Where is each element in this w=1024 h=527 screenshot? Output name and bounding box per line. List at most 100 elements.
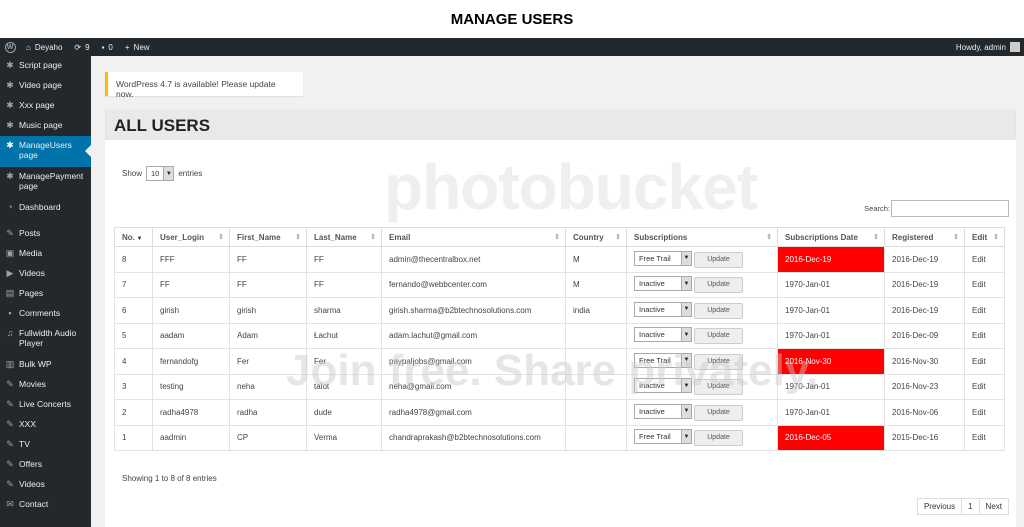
sort-icon: ⇕ bbox=[993, 234, 999, 241]
column-header-last-name[interactable]: Last_Name ⇕ bbox=[306, 227, 382, 247]
sidebar-item-videos[interactable]: ▶ Videos bbox=[0, 264, 91, 284]
cell-subscriptions-date: 1970-Jan-01 bbox=[777, 271, 885, 298]
pin-icon: ✎ bbox=[6, 399, 14, 409]
sidebar-item-managepayment-page[interactable]: ✱ ManagePayment page bbox=[0, 167, 91, 198]
column-header-email[interactable]: Email ⇕ bbox=[381, 227, 566, 247]
table-row: 4 fernandofg Fer Fer paypaljobs@gmail.com Fre… bbox=[114, 348, 1005, 375]
column-header-subscriptions[interactable]: Subscriptions ⇕ bbox=[626, 227, 778, 247]
wordpress-logo-icon[interactable]: W bbox=[0, 38, 20, 56]
subscription-select[interactable]: Free Trail ▼ bbox=[634, 429, 692, 445]
subscription-select[interactable]: Inactive ▼ bbox=[634, 403, 692, 419]
cell-last-name: talot bbox=[306, 373, 382, 400]
subscription-select[interactable]: Inactive ▼ bbox=[634, 301, 692, 317]
edit-link[interactable]: Edit bbox=[964, 297, 1005, 324]
sidebar-item-tv[interactable]: ✎ TV bbox=[0, 435, 91, 455]
column-header-registered[interactable]: Registered ⇕ bbox=[884, 227, 965, 247]
cell-last-name: FF bbox=[306, 246, 382, 273]
cell-user-login: aadam bbox=[152, 322, 230, 349]
subscription-select[interactable]: Free Trail ▼ bbox=[634, 352, 692, 368]
sidebar-item-offers[interactable]: ✎ Offers bbox=[0, 455, 91, 475]
column-header-first-name[interactable]: First_Name ⇕ bbox=[229, 227, 307, 247]
cell-user-login: FF bbox=[152, 271, 230, 298]
pin-icon: ✎ bbox=[6, 419, 14, 429]
sidebar-item-fullwidth-audio-player[interactable]: ♫ Fullwidth Audio Player bbox=[0, 324, 91, 355]
update-button[interactable]: Update bbox=[694, 404, 743, 421]
edit-link[interactable]: Edit bbox=[964, 348, 1005, 375]
sidebar-item-posts[interactable]: ✎ Posts bbox=[0, 224, 91, 244]
sidebar-item-dashboard[interactable]: ◔ Dashboard bbox=[0, 198, 91, 218]
page-1-button[interactable]: 1 bbox=[961, 498, 980, 515]
next-page-button[interactable]: Next bbox=[978, 498, 1009, 515]
site-name-link[interactable]: ⌂ Deyaho bbox=[20, 38, 68, 56]
cell-email: adam.lachut@gmail.com bbox=[381, 322, 566, 349]
update-button[interactable]: Update bbox=[694, 379, 743, 396]
comments-link[interactable]: ▪ 0 bbox=[96, 38, 119, 56]
column-header-country[interactable]: Country ⇕ bbox=[565, 227, 627, 247]
sidebar-item-videos-2[interactable]: ✎ Videos bbox=[0, 475, 91, 495]
cell-no: 4 bbox=[114, 348, 153, 375]
update-button[interactable]: Update bbox=[694, 277, 743, 294]
subscription-select[interactable]: Free Trail ▼ bbox=[634, 250, 692, 266]
cell-user-login: radha4978 bbox=[152, 399, 230, 426]
sidebar-item-xxx-page[interactable]: ✱ Xxx page bbox=[0, 96, 91, 116]
my-account-link[interactable]: Howdy, admin bbox=[956, 42, 1024, 52]
update-button[interactable]: Update bbox=[694, 251, 743, 268]
sidebar-item-script-page[interactable]: ✱ Script page bbox=[0, 56, 91, 76]
entries-length-control: Show 10 ▼ entries bbox=[122, 166, 202, 181]
chevron-down-icon: ▼ bbox=[163, 167, 174, 180]
previous-page-button[interactable]: Previous bbox=[916, 498, 963, 515]
sidebar-item-movies[interactable]: ✎ Movies bbox=[0, 375, 91, 395]
column-header-no[interactable]: No. ▼ bbox=[114, 227, 153, 247]
edit-link[interactable]: Edit bbox=[964, 373, 1005, 400]
update-notice[interactable]: WordPress 4.7 is available! Please updat… bbox=[105, 72, 303, 99]
pin-icon: ✎ bbox=[6, 479, 14, 489]
sidebar-item-live-concerts[interactable]: ✎ Live Concerts bbox=[0, 395, 91, 415]
edit-link[interactable]: Edit bbox=[964, 424, 1005, 451]
update-button[interactable]: Update bbox=[694, 328, 743, 345]
dashboard-icon: ◔ bbox=[7, 202, 13, 212]
column-header-edit[interactable]: Edit ⇕ bbox=[964, 227, 1005, 247]
cell-user-login: aadmin bbox=[152, 424, 230, 451]
sidebar-item-video-page[interactable]: ✱ Video page bbox=[0, 76, 91, 96]
chevron-down-icon: ▼ bbox=[681, 430, 691, 444]
pin-icon: ✎ bbox=[6, 459, 14, 469]
edit-link[interactable]: Edit bbox=[964, 399, 1005, 426]
sort-icon: ⇕ bbox=[370, 234, 376, 241]
subscription-select[interactable]: Inactive ▼ bbox=[634, 276, 692, 292]
edit-link[interactable]: Edit bbox=[964, 246, 1005, 273]
column-header-user-login[interactable]: User_Login ⇕ bbox=[152, 227, 230, 247]
sidebar-item-contact[interactable]: ✉ Contact bbox=[0, 495, 91, 515]
cell-subscriptions: Free Trail ▼ Update bbox=[626, 246, 778, 273]
column-header-subscriptions-date[interactable]: Subscriptions Date ⇕ bbox=[777, 227, 885, 247]
cell-first-name: CP bbox=[229, 424, 307, 451]
entries-select[interactable]: 10 ▼ bbox=[146, 166, 175, 181]
cell-email: chandraprakash@b2btechnosolutions.com bbox=[381, 424, 566, 451]
search-control: Search: bbox=[864, 200, 1009, 217]
users-panel: Show 10 ▼ entries Search: No. ▼ User_Logi… bbox=[105, 140, 1016, 527]
sidebar-item-bulk-wp[interactable]: ▥ Bulk WP bbox=[0, 355, 91, 375]
sidebar-item-media[interactable]: ▣ Media bbox=[0, 244, 91, 264]
update-button[interactable]: Update bbox=[694, 430, 743, 447]
pin-icon: ✎ bbox=[6, 439, 14, 449]
mail-icon: ✉ bbox=[6, 499, 14, 509]
edit-link[interactable]: Edit bbox=[964, 322, 1005, 349]
page-title: ALL USERS bbox=[105, 110, 1016, 140]
sidebar-item-comments[interactable]: ▪ Comments bbox=[0, 304, 91, 324]
cell-no: 6 bbox=[114, 297, 153, 324]
new-content-link[interactable]: + New bbox=[119, 38, 156, 56]
update-button[interactable]: Update bbox=[694, 302, 743, 319]
cell-subscriptions: Free Trail ▼ Update bbox=[626, 424, 778, 451]
image-caption: MANAGE USERS bbox=[0, 0, 1024, 38]
search-input[interactable] bbox=[891, 200, 1009, 217]
sidebar-item-music-page[interactable]: ✱ Music page bbox=[0, 116, 91, 136]
edit-link[interactable]: Edit bbox=[964, 271, 1005, 298]
updates-link[interactable]: ⟳ 9 bbox=[68, 38, 95, 56]
subscription-select[interactable]: Inactive ▼ bbox=[634, 327, 692, 343]
gear-icon: ✱ bbox=[6, 120, 14, 130]
update-button[interactable]: Update bbox=[694, 353, 743, 370]
subscription-select[interactable]: Inactive ▼ bbox=[634, 378, 692, 394]
avatar bbox=[1010, 42, 1020, 52]
sidebar-item-xxx[interactable]: ✎ XXX bbox=[0, 415, 91, 435]
sidebar-item-pages[interactable]: ▤ Pages bbox=[0, 284, 91, 304]
sidebar-item-manageusers-page[interactable]: ✱ ManageUsers page bbox=[0, 136, 91, 167]
